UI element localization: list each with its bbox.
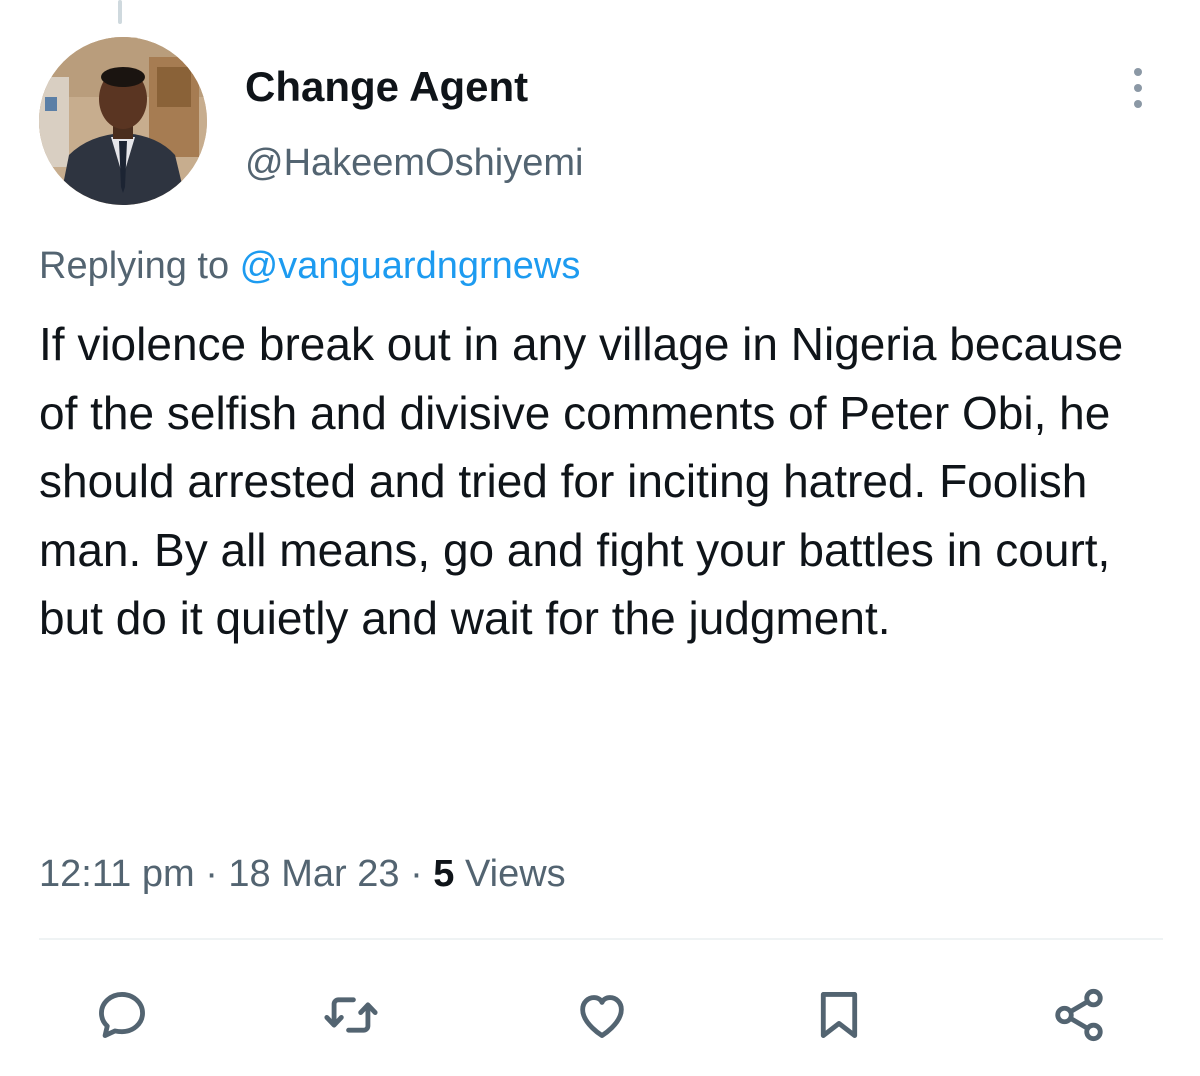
author-display-name[interactable]: Change Agent <box>245 62 528 112</box>
views-count: 5 <box>433 853 455 895</box>
more-options-button[interactable] <box>1118 58 1158 118</box>
author-handle[interactable]: @HakeemOshiyemi <box>245 140 583 186</box>
views-label: Views <box>454 853 566 895</box>
divider <box>39 938 1163 940</box>
action-bar <box>0 980 1200 1060</box>
profile-photo-icon <box>39 37 207 205</box>
thread-connector-line <box>118 0 122 24</box>
reply-icon <box>99 992 145 1038</box>
like-button[interactable] <box>567 980 637 1050</box>
bookmark-icon <box>820 992 858 1038</box>
retweet-button[interactable] <box>316 980 386 1050</box>
reply-mention-link[interactable]: @vanguardngrnews <box>240 245 581 287</box>
meta-separator: · <box>205 853 218 895</box>
share-button[interactable] <box>1044 980 1114 1050</box>
reply-button[interactable] <box>87 980 157 1050</box>
meta-separator: · <box>410 853 423 895</box>
replying-to-prefix: Replying to <box>39 245 240 287</box>
tweet-time[interactable]: 12:11 pm <box>39 853 195 895</box>
more-dot-icon <box>1134 84 1142 92</box>
bookmark-button[interactable] <box>804 980 874 1050</box>
tweet-date[interactable]: 18 Mar 23 <box>228 853 399 895</box>
tweet-meta: 12:11 pm · 18 Mar 23 · 5 Views <box>39 846 566 902</box>
heart-icon <box>580 995 624 1038</box>
more-dot-icon <box>1134 100 1142 108</box>
tweet-text: If violence break out in any village in … <box>39 318 1124 644</box>
replying-to-line: Replying to @vanguardngrnews <box>39 240 580 292</box>
avatar[interactable] <box>39 37 207 205</box>
more-dot-icon <box>1134 68 1142 76</box>
retweet-icon <box>324 997 378 1033</box>
share-icon <box>1055 988 1103 1042</box>
